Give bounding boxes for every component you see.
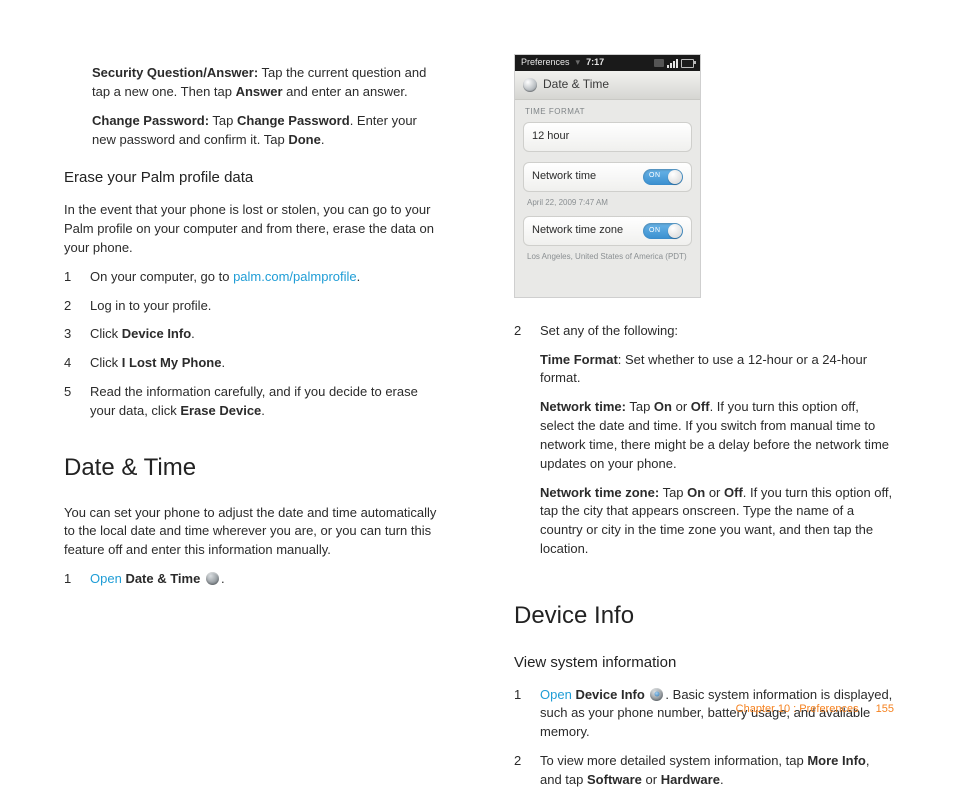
status-time: 7:17 [586,56,604,69]
step-number: 5 [64,383,72,421]
page-number: 155 [876,703,894,715]
time-format-paragraph: Time Format: Set whether to use a 12-hou… [540,351,894,389]
step-number: 1 [64,570,72,589]
erase-step-3: Click Device Info. [90,325,444,344]
step-number: 2 [64,297,72,316]
step-number: 1 [514,686,522,743]
breadcrumb: Chapter 10 : Preferences [736,703,859,715]
link-palm-profile[interactable]: palm.com/palmprofile [233,269,357,284]
link-open[interactable]: Open [540,687,572,702]
page-footer: Chapter 10 : Preferences 155 [736,702,894,718]
erase-step-1: On your computer, go to palm.com/palmpro… [90,268,444,287]
erase-step-5: Read the information carefully, and if y… [90,383,444,421]
heading-view-system-info: View system information [514,652,894,674]
network-time-paragraph: Network time: Tap On or Off. If you turn… [540,398,894,473]
phone-statusbar: Preferences ▾ 7:17 [515,55,700,71]
set-any-following: Set any of the following: [540,322,894,341]
heading-erase-profile: Erase your Palm profile data [64,167,444,189]
network-timezone-paragraph: Network time zone: Tap On or Off. If you… [540,484,894,559]
security-qa-paragraph: Security Question/Answer: Tap the curren… [92,64,444,102]
toggle-knob [668,170,682,184]
heading-device-info: Device Info [514,599,894,634]
dt-step-1: Open Date & Time . [90,570,444,589]
device-info-icon [650,688,663,701]
date-time-app-icon [523,78,537,92]
toggle-network-timezone[interactable]: ON [643,223,683,239]
ev-icon [654,59,664,67]
erase-profile-paragraph: In the event that your phone is lost or … [64,201,444,258]
section-time-format: TIME FORMAT [515,100,700,120]
row-network-time[interactable]: Network time ON [523,162,692,192]
link-open[interactable]: Open [90,571,122,586]
erase-step-2: Log in to your profile. [90,297,444,316]
step-number: 2 [514,322,522,569]
subtext-timezone: Los Angeles, United States of America (P… [515,248,700,269]
step-number: 4 [64,354,72,373]
status-app-label: Preferences [521,56,570,69]
phone-titlebar: Date & Time [515,71,700,100]
security-qa-lead: Security Question/Answer: [92,65,258,80]
erase-steps: 1 On your computer, go to palm.com/palmp… [64,268,444,421]
signal-icon [667,59,678,68]
date-time-paragraph: You can set your phone to adjust the dat… [64,504,444,561]
step-number: 3 [64,325,72,344]
status-divider: ▾ [576,56,581,69]
change-password-paragraph: Change Password: Tap Change Password. En… [92,112,444,150]
subtext-date: April 22, 2009 7:47 AM [515,194,700,215]
step-number: 1 [64,268,72,287]
phone-title-text: Date & Time [543,76,609,93]
toggle-knob [668,224,682,238]
phone-screenshot: Preferences ▾ 7:17 Date & Time TIME FORM… [514,54,701,298]
toggle-network-time[interactable]: ON [643,169,683,185]
date-time-icon [206,572,219,585]
erase-step-4: Click I Lost My Phone. [90,354,444,373]
step-number: 2 [514,752,522,790]
row-12-hour[interactable]: 12 hour [523,122,692,152]
row-network-timezone[interactable]: Network time zone ON [523,216,692,246]
battery-icon [681,59,694,68]
device-info-step-2: To view more detailed system information… [540,752,894,790]
heading-date-time: Date & Time [64,451,444,486]
